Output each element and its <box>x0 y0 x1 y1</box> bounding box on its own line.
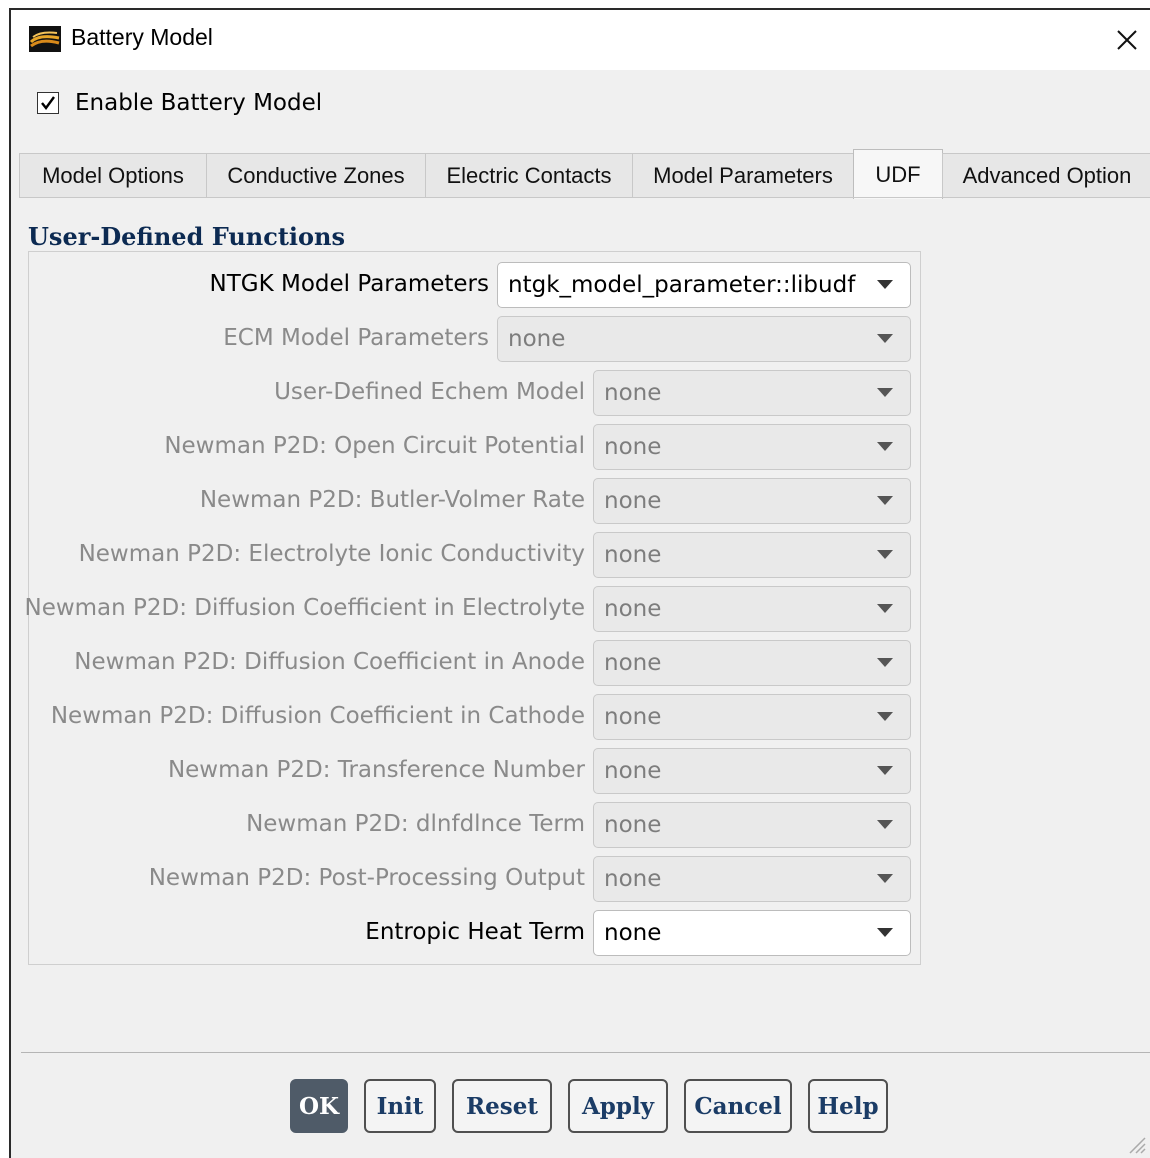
udf-select[interactable]: ntgk_model_parameter::libudf <box>497 262 911 308</box>
udf-row-label: Newman P2D: Butler-Volmer Rate <box>199 487 585 513</box>
udf-row-label: Newman P2D: Post-Processing Output <box>148 865 585 891</box>
udf-row: Newman P2D: Diffusion Coefficient in Cat… <box>29 694 920 742</box>
enable-battery-label: Enable Battery Model <box>75 90 323 116</box>
udf-row-label: User-Defined Echem Model <box>274 379 585 405</box>
enable-battery-checkbox[interactable] <box>37 92 59 114</box>
resize-grip-icon[interactable] <box>1126 1134 1146 1154</box>
reset-button[interactable]: Reset <box>452 1079 552 1133</box>
chevron-down-icon <box>877 442 893 451</box>
udf-row-label: Newman P2D: Transference Number <box>167 757 585 783</box>
check-icon <box>41 96 55 110</box>
tab-advanced-option[interactable]: Advanced Option <box>942 153 1150 197</box>
udf-select-value: none <box>604 542 662 568</box>
udf-row: Entropic Heat Term none <box>29 910 920 958</box>
udf-row-label: Newman P2D: Electrolyte Ionic Conductivi… <box>78 541 585 567</box>
udf-select: none <box>593 694 911 740</box>
chevron-down-icon <box>877 334 893 343</box>
udf-select[interactable]: none <box>593 910 911 956</box>
udf-select-value: ntgk_model_parameter::libudf <box>508 272 856 298</box>
udf-row-label: Newman P2D: Diffusion Coefficient in Cat… <box>50 703 585 729</box>
udf-select: none <box>593 424 911 470</box>
udf-row: Newman P2D: Diffusion Coefficient in Ele… <box>24 586 920 634</box>
udf-row: NTGK Model Parameters ntgk_model_paramete… <box>29 262 920 310</box>
udf-select-value: none <box>604 596 662 622</box>
udf-select: none <box>497 316 911 362</box>
udf-select-value: none <box>604 920 662 946</box>
udf-select-value: none <box>604 434 662 460</box>
udf-row: Newman P2D: Post-Processing Output none <box>29 856 920 904</box>
enable-battery-row: Enable Battery Model <box>37 90 322 116</box>
tab-udf[interactable]: UDF <box>853 149 943 199</box>
chevron-down-icon <box>877 388 893 397</box>
udf-row: User-Defined Echem Model none <box>29 370 920 418</box>
chevron-down-icon <box>877 496 893 505</box>
udf-row-label: Newman P2D: dlnfdlnce Term <box>246 811 585 837</box>
udf-row: Newman P2D: Electrolyte Ionic Conductivi… <box>29 532 920 580</box>
close-button[interactable] <box>1104 10 1150 70</box>
udf-select: none <box>593 478 911 524</box>
udf-select-value: none <box>508 326 566 352</box>
udf-select: none <box>593 748 911 794</box>
button-bar: OK Init Reset Apply Cancel Help <box>11 1079 1150 1135</box>
udf-row-label: Newman P2D: Diffusion Coefficient in Ele… <box>24 595 585 621</box>
udf-select-value: none <box>604 812 662 838</box>
udf-select: none <box>593 856 911 902</box>
title-bar: Battery Model <box>11 10 1150 70</box>
udf-select: none <box>593 532 911 578</box>
udf-select: none <box>593 802 911 848</box>
udf-group: NTGK Model Parameters ntgk_model_paramete… <box>24 251 921 965</box>
tab-divider <box>19 197 1150 198</box>
ok-button[interactable]: OK <box>290 1079 348 1133</box>
udf-row-label: ECM Model Parameters <box>223 325 489 351</box>
tab-conductive-zones[interactable]: Conductive Zones <box>206 153 426 197</box>
udf-select-value: none <box>604 380 662 406</box>
udf-select: none <box>593 586 911 632</box>
udf-row-label: Newman P2D: Open Circuit Potential <box>164 433 585 459</box>
udf-select: none <box>593 640 911 686</box>
udf-select: none <box>593 370 911 416</box>
udf-row: Newman P2D: Diffusion Coefficient in Ano… <box>29 640 920 688</box>
udf-select-value: none <box>604 650 662 676</box>
chevron-down-icon <box>877 604 893 613</box>
chevron-down-icon <box>877 874 893 883</box>
tab-electric-contacts[interactable]: Electric Contacts <box>425 153 633 197</box>
chevron-down-icon <box>877 550 893 559</box>
battery-model-dialog: Battery Model Enable Battery Model Model… <box>9 8 1150 1158</box>
udf-row-label: Entropic Heat Term <box>365 919 585 945</box>
udf-row-label: NTGK Model Parameters <box>209 271 489 297</box>
tab-bar: Model Options Conductive Zones Electric … <box>19 149 1150 199</box>
udf-row: Newman P2D: Transference Number none <box>29 748 920 796</box>
section-title: User-Defined Functions <box>28 222 346 251</box>
udf-row: Newman P2D: Open Circuit Potential none <box>29 424 920 472</box>
udf-select-value: none <box>604 704 662 730</box>
udf-select-value: none <box>604 758 662 784</box>
chevron-down-icon <box>877 712 893 721</box>
tab-model-options[interactable]: Model Options <box>19 153 207 197</box>
cancel-button[interactable]: Cancel <box>684 1079 792 1133</box>
button-separator <box>21 1052 1150 1053</box>
help-button[interactable]: Help <box>808 1079 888 1133</box>
udf-select-value: none <box>604 488 662 514</box>
chevron-down-icon <box>877 658 893 667</box>
udf-row: Newman P2D: dlnfdlnce Term none <box>29 802 920 850</box>
apply-button[interactable]: Apply <box>568 1079 668 1133</box>
udf-row: ECM Model Parameters none <box>29 316 920 364</box>
chevron-down-icon <box>877 280 893 289</box>
init-button[interactable]: Init <box>364 1079 436 1133</box>
udf-row-label: Newman P2D: Diffusion Coefficient in Ano… <box>74 649 585 675</box>
chevron-down-icon <box>877 820 893 829</box>
fluent-app-icon <box>29 26 61 52</box>
chevron-down-icon <box>877 928 893 937</box>
tab-model-parameters[interactable]: Model Parameters <box>632 153 854 197</box>
close-icon[interactable] <box>1116 29 1138 51</box>
window-title: Battery Model <box>71 24 213 50</box>
udf-select-value: none <box>604 866 662 892</box>
chevron-down-icon <box>877 766 893 775</box>
udf-row: Newman P2D: Butler-Volmer Rate none <box>29 478 920 526</box>
